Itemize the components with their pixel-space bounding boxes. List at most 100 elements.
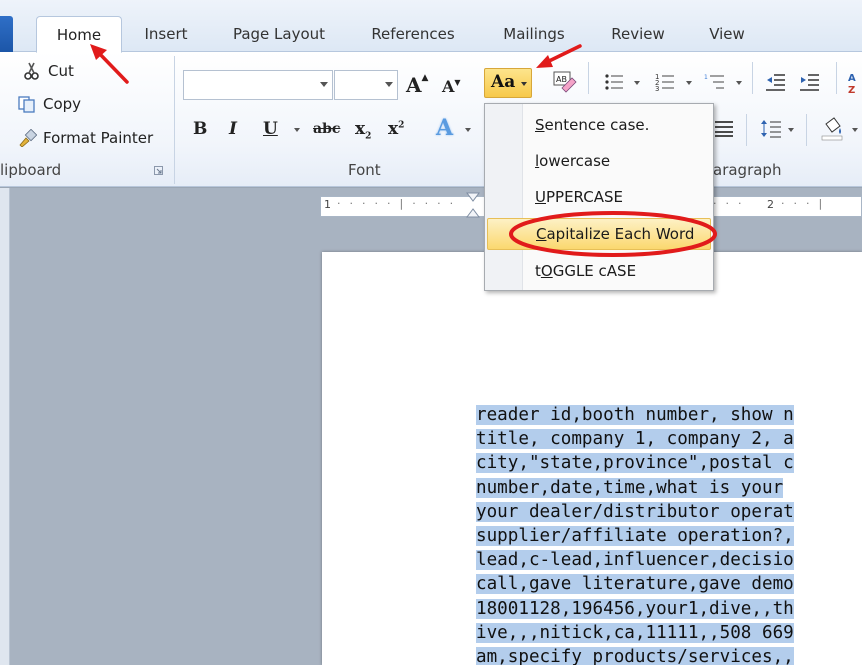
tab-mailings[interactable]: Mailings xyxy=(486,16,582,52)
grow-font-button[interactable]: A▲ xyxy=(406,73,428,97)
justify-icon[interactable] xyxy=(714,120,734,138)
document-line: 18001128,196456,your1,dive,,th xyxy=(476,598,794,619)
numbering-dropdown-icon[interactable] xyxy=(686,81,692,85)
clear-formatting-icon[interactable]: AB xyxy=(552,70,578,96)
ribbon-home: Cut Copy Format Painter lipboard A▲ A▼ B… xyxy=(0,52,862,187)
numbering-icon[interactable]: 1 2 3 xyxy=(655,72,675,92)
document-line: call,gave literature,gave demo xyxy=(476,574,794,595)
shading-icon[interactable] xyxy=(820,116,846,142)
tab-review[interactable]: Review xyxy=(597,16,679,52)
menu-item-uppercase[interactable]: UPPERCASE xyxy=(487,181,711,213)
format-painter-button[interactable]: Format Painter xyxy=(17,129,153,147)
menu-item-toggle-case[interactable]: tOGGLE cASE xyxy=(487,255,711,287)
ruler-ticks: ·····|···· xyxy=(337,197,463,210)
increase-indent-icon[interactable] xyxy=(800,72,820,92)
shrink-font-label: A xyxy=(442,77,455,96)
document-selected-text[interactable]: reader id,booth number, show n title, co… xyxy=(476,403,862,665)
vertical-ruler xyxy=(0,188,10,665)
svg-text:A: A xyxy=(848,73,856,84)
subscript-mark: 2 xyxy=(365,131,372,142)
copy-button[interactable]: Copy xyxy=(17,95,81,113)
ruler-ticks: ··· xyxy=(713,197,751,210)
tab-home[interactable]: Home xyxy=(36,16,122,53)
document-line: your dealer/distributor operat xyxy=(476,501,794,522)
document-line: title, company 1, company 2, a xyxy=(476,429,794,450)
tab-view[interactable]: View xyxy=(694,16,760,52)
shrink-font-button[interactable]: A▼ xyxy=(442,77,461,96)
subscript-button[interactable]: x2 xyxy=(355,119,371,141)
superscript-button[interactable]: x2 xyxy=(388,119,404,139)
svg-text:1: 1 xyxy=(704,74,708,81)
menu-item-sentence-case[interactable]: Sentence case. xyxy=(487,109,711,141)
copy-label: Copy xyxy=(43,95,82,113)
ruler-ticks: ···| xyxy=(781,197,832,210)
superscript-mark: 2 xyxy=(398,120,405,131)
text-effects-button[interactable]: A xyxy=(436,115,453,141)
group-separator xyxy=(752,62,753,94)
bold-button[interactable]: B xyxy=(193,119,207,139)
caret-up-icon: ▲ xyxy=(421,73,429,83)
change-case-label: Aa xyxy=(491,72,516,92)
document-line: number,date,time,what is your xyxy=(476,477,784,498)
group-separator xyxy=(174,56,175,184)
ruler-mark-2: 2 xyxy=(767,198,774,211)
ruler-mark-1: 1 xyxy=(324,198,331,211)
tab-insert[interactable]: Insert xyxy=(130,16,202,52)
group-separator xyxy=(806,114,807,146)
multilevel-list-icon[interactable]: 1 xyxy=(704,72,726,92)
cut-button[interactable]: Cut xyxy=(22,62,74,80)
indent-marker-icon[interactable] xyxy=(466,192,480,222)
shading-dropdown-icon[interactable] xyxy=(852,128,858,132)
font-group-label: Font xyxy=(348,161,381,179)
paragraph-group-label: aragraph xyxy=(713,161,782,179)
bullets-dropdown-icon[interactable] xyxy=(634,81,640,85)
superscript-label: x xyxy=(388,119,399,139)
document-line: lead,c-lead,influencer,decisio xyxy=(476,550,794,571)
paintbrush-icon xyxy=(19,129,37,147)
chevron-down-icon xyxy=(521,82,527,86)
chevron-down-icon xyxy=(320,82,328,87)
decrease-indent-icon[interactable] xyxy=(766,72,786,92)
change-case-menu: Sentence case. lowercase UPPERCASE Capit… xyxy=(484,103,714,291)
menu-item-capitalize-each-word[interactable]: Capitalize Each Word xyxy=(487,218,711,250)
document-line: ive,,,nitick,ca,11111,,508 669 xyxy=(476,622,794,643)
font-name-combo[interactable] xyxy=(183,70,333,100)
group-separator xyxy=(588,62,589,94)
multilevel-dropdown-icon[interactable] xyxy=(736,81,742,85)
dialog-launcher-icon[interactable] xyxy=(154,166,164,176)
document-line: am,specify products/services,, xyxy=(476,645,862,665)
underline-dropdown-icon[interactable] xyxy=(294,128,300,132)
svg-text:3: 3 xyxy=(655,85,659,92)
subscript-label: x xyxy=(355,119,366,139)
svg-text:Z: Z xyxy=(848,85,855,96)
underline-button[interactable]: U xyxy=(263,119,278,139)
ribbon-tab-strip: Home Insert Page Layout References Maili… xyxy=(0,0,862,53)
group-separator xyxy=(836,62,837,94)
grow-font-label: A xyxy=(406,73,422,97)
change-case-button[interactable]: Aa xyxy=(484,68,532,98)
line-spacing-icon[interactable] xyxy=(760,118,782,140)
svg-text:AB: AB xyxy=(556,75,567,84)
copy-icon xyxy=(18,96,35,113)
menu-item-lowercase[interactable]: lowercase xyxy=(487,145,711,177)
italic-button[interactable]: I xyxy=(229,119,237,139)
text-effects-dropdown-icon[interactable] xyxy=(465,128,471,132)
tab-references[interactable]: References xyxy=(356,16,470,52)
bullets-icon[interactable] xyxy=(604,72,624,92)
chevron-down-icon xyxy=(385,82,393,87)
group-separator xyxy=(746,114,747,146)
format-painter-label: Format Painter xyxy=(43,129,154,147)
document-line: supplier/affiliate operation?, xyxy=(476,526,794,547)
caret-down-icon: ▼ xyxy=(454,77,461,87)
document-line: city,"state,province",postal c xyxy=(476,453,794,474)
strikethrough-button[interactable]: abc xyxy=(313,121,340,137)
sort-icon[interactable]: A Z xyxy=(846,70,862,96)
scissors-icon xyxy=(24,62,39,80)
font-size-combo[interactable] xyxy=(334,70,398,100)
line-spacing-dropdown-icon[interactable] xyxy=(788,128,794,132)
clipboard-group-label: lipboard xyxy=(0,161,62,179)
cut-label: Cut xyxy=(48,62,74,80)
tab-page-layout[interactable]: Page Layout xyxy=(218,16,340,52)
document-line: reader id,booth number, show n xyxy=(476,405,794,425)
file-tab[interactable] xyxy=(0,16,13,52)
